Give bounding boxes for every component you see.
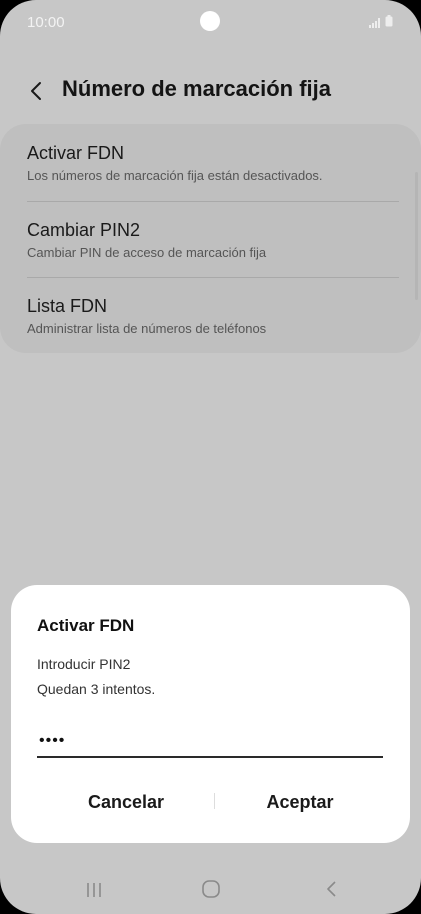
item-subtitle: Cambiar PIN de acceso de marcación fija xyxy=(27,245,267,260)
accept-button[interactable]: Aceptar xyxy=(210,787,390,817)
divider xyxy=(27,201,399,202)
pin-dialog: Activar FDN Introducir PIN2 Quedan 3 int… xyxy=(11,585,410,843)
recent-apps-icon[interactable] xyxy=(84,880,104,905)
home-icon[interactable] xyxy=(201,879,221,904)
settings-list: Activar FDN Los números de marcación fij… xyxy=(0,124,421,353)
cancel-button[interactable]: Cancelar xyxy=(36,787,216,817)
navigation-bar xyxy=(0,868,421,914)
item-title: Lista FDN xyxy=(27,296,108,316)
phone-screen: 10:00 Número de marcación fija Activar F… xyxy=(0,0,421,914)
page-title: Número de marcación fija xyxy=(62,76,331,101)
pin-input[interactable] xyxy=(37,726,383,758)
item-subtitle: Administrar lista de números de teléfono… xyxy=(27,321,267,336)
list-item-cambiar-pin2[interactable]: Cambiar PIN2 Cambiar PIN de acceso de ma… xyxy=(27,220,407,260)
item-title: Cambiar PIN2 xyxy=(27,220,141,240)
battery-icon xyxy=(385,14,393,32)
scrollbar[interactable] xyxy=(415,172,418,300)
item-subtitle: Los números de marcación fija están desa… xyxy=(27,168,323,183)
status-time: 10:00 xyxy=(27,14,65,31)
front-camera xyxy=(200,11,220,31)
item-title: Activar FDN xyxy=(27,143,125,163)
dialog-title: Activar FDN xyxy=(37,616,135,635)
divider xyxy=(27,277,399,278)
header: Número de marcación fija xyxy=(0,70,421,110)
list-item-activar-fdn[interactable]: Activar FDN Los números de marcación fij… xyxy=(27,143,407,183)
signal-icon xyxy=(369,15,381,33)
dialog-prompt: Introducir PIN2 xyxy=(37,656,131,672)
attempts-remaining: Quedan 3 intentos. xyxy=(37,681,156,697)
chevron-left-icon xyxy=(31,82,41,100)
back-button[interactable] xyxy=(22,76,52,106)
nav-back-icon[interactable] xyxy=(322,879,342,904)
list-item-lista-fdn[interactable]: Lista FDN Administrar lista de números d… xyxy=(27,296,407,336)
status-bar: 10:00 xyxy=(0,0,421,44)
